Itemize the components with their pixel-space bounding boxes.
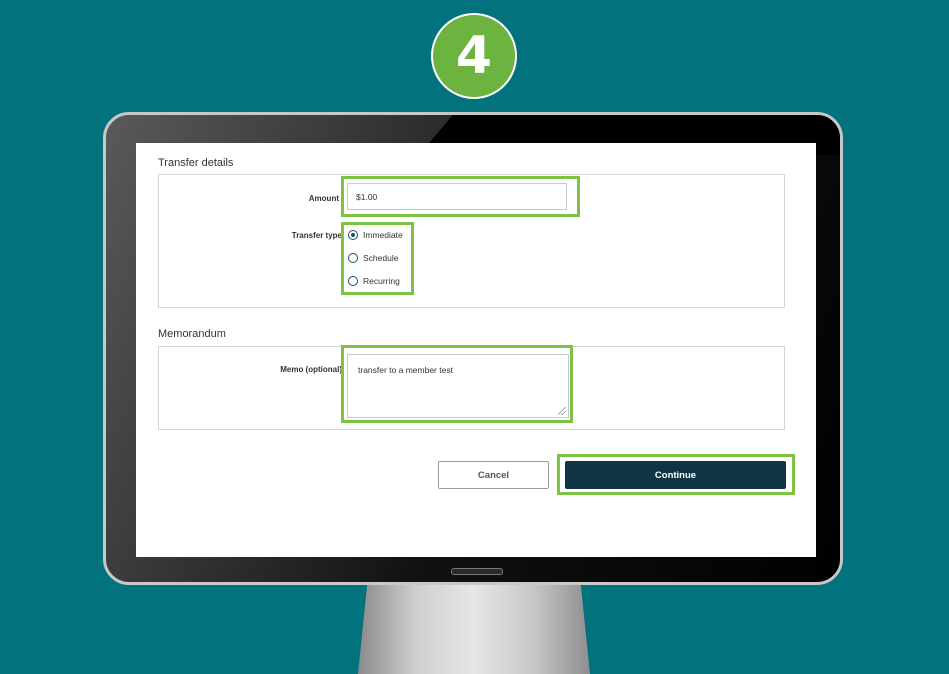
monitor-frame: Transfer details Amount $1.00 Transfer t… (103, 112, 843, 585)
monitor-logo-slot (451, 568, 503, 575)
cancel-button[interactable]: Cancel (438, 461, 549, 489)
amount-label: Amount (308, 194, 339, 203)
amount-highlight (341, 176, 580, 217)
memo-label: Memo (optional) (280, 365, 342, 374)
memo-highlight (341, 345, 573, 423)
transfer-form-screen: Transfer details Amount $1.00 Transfer t… (136, 143, 816, 557)
step-number-badge: 4 (431, 13, 517, 99)
memorandum-heading: Memorandum (158, 328, 226, 340)
transfer-type-label: Transfer type (291, 231, 342, 240)
transfer-type-highlight (341, 222, 414, 295)
continue-highlight (557, 454, 795, 495)
transfer-details-heading: Transfer details (158, 157, 234, 169)
monitor-stand (358, 584, 590, 674)
